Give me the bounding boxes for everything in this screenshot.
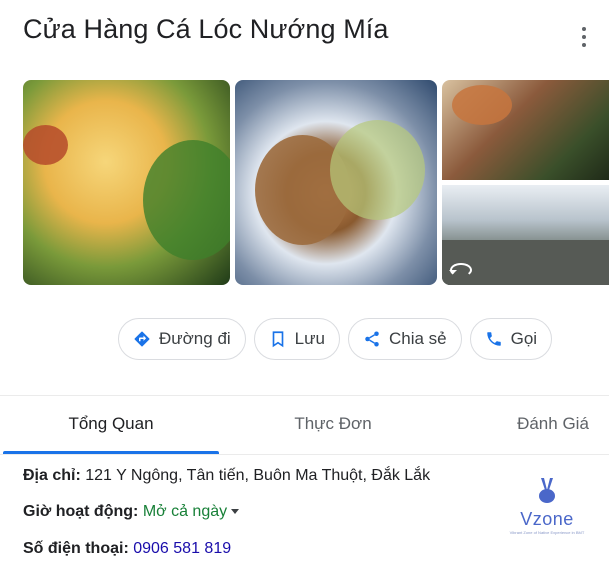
address-row: Địa chỉ: 121 Y Ngông, Tân tiến, Buôn Ma … bbox=[23, 467, 430, 485]
address-label: Địa chỉ: bbox=[23, 467, 81, 484]
action-bar: Đường đi Lưu Chia sẻ Gọi bbox=[118, 318, 553, 360]
tab-overview-label: Tổng Quan bbox=[68, 414, 154, 433]
call-button[interactable]: Gọi bbox=[469, 318, 553, 360]
hours-row: Giờ hoạt động: Mở cả ngày bbox=[23, 503, 240, 521]
vzone-hand-icon bbox=[535, 476, 559, 506]
share-label: Chia sẻ bbox=[388, 329, 447, 348]
tab-reviews[interactable]: Đánh Giá bbox=[447, 396, 609, 452]
tab-reviews-label: Đánh Giá bbox=[517, 414, 589, 433]
phone-link[interactable]: 0906 581 819 bbox=[133, 540, 231, 557]
share-button[interactable]: Chia sẻ bbox=[347, 318, 462, 360]
hours-value[interactable]: Mở cả ngày bbox=[143, 503, 227, 520]
directions-icon bbox=[134, 331, 150, 347]
photo-street-view[interactable] bbox=[442, 185, 609, 285]
vzone-logo: Vzone Vibrant Zone of Native Experience … bbox=[497, 476, 597, 546]
photo-grilled-fish[interactable] bbox=[442, 80, 609, 180]
directions-label: Đường đi bbox=[159, 329, 231, 348]
tab-overview[interactable]: Tổng Quan bbox=[3, 396, 219, 452]
phone-icon bbox=[486, 332, 501, 346]
sauce-decoration bbox=[452, 85, 512, 125]
hours-dropdown-icon[interactable] bbox=[231, 509, 240, 515]
hours-label: Giờ hoạt động: bbox=[23, 503, 139, 520]
photo-balut-egg[interactable] bbox=[235, 80, 437, 285]
save-label: Lưu bbox=[294, 329, 325, 348]
panorama-icon bbox=[449, 263, 472, 277]
share-icon bbox=[365, 331, 379, 347]
tab-menu[interactable]: Thực Đơn bbox=[219, 396, 447, 452]
logo-name: Vzone bbox=[520, 509, 574, 529]
photo-banh-xeo[interactable] bbox=[23, 80, 230, 285]
greens-decoration bbox=[143, 140, 230, 260]
road-decoration bbox=[442, 240, 609, 285]
dipping-sauce-decoration bbox=[23, 125, 68, 165]
phone-row: Số điện thoại: 0906 581 819 bbox=[23, 540, 231, 558]
logo-tagline: Vibrant Zone of Native Experience in BMT bbox=[509, 530, 585, 535]
call-label: Gọi bbox=[510, 329, 538, 348]
directions-button[interactable]: Đường đi bbox=[118, 318, 246, 360]
save-button[interactable]: Lưu bbox=[253, 318, 340, 360]
tabs-bottom-divider bbox=[0, 454, 609, 455]
tab-bar: Tổng Quan Thực Đơn Đánh Giá bbox=[0, 396, 609, 454]
page-title: Cửa Hàng Cá Lóc Nướng Mía bbox=[23, 14, 389, 44]
address-value[interactable]: 121 Y Ngông, Tân tiến, Buôn Ma Thuột, Đắ… bbox=[85, 467, 430, 484]
herbs-decoration bbox=[330, 120, 425, 220]
phone-label: Số điện thoại: bbox=[23, 540, 129, 557]
more-options-icon[interactable] bbox=[574, 22, 594, 52]
tab-menu-label: Thực Đơn bbox=[294, 414, 372, 433]
bookmark-icon bbox=[272, 331, 283, 348]
